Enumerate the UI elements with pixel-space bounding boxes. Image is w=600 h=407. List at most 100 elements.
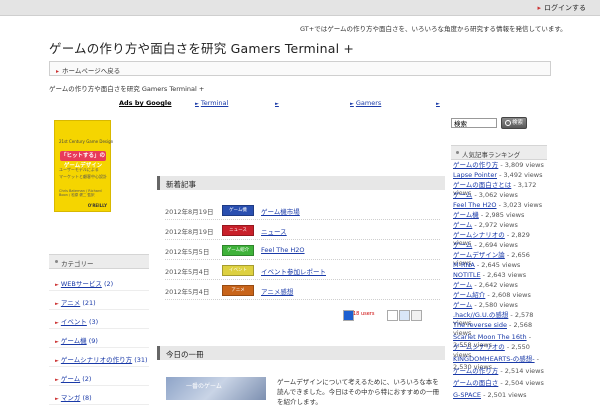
post-date: 2012年5月4日 — [165, 268, 210, 276]
ranking-link[interactable]: ゲームシナリオの — [453, 231, 505, 239]
ads-by-google-link[interactable]: Ads by Google — [119, 99, 172, 107]
search-button-label: 検索 — [511, 120, 523, 126]
ranking-item: ゲーム - 2,580 views — [453, 301, 549, 309]
category-item: ► ゲーム (2) — [55, 373, 91, 383]
triangle-icon: ► — [55, 377, 59, 383]
category-heading: カテゴリー — [49, 254, 149, 269]
ad-link-4[interactable]: ► — [436, 99, 442, 107]
ranking-link[interactable]: M-RNA — [453, 261, 475, 269]
search-icon — [504, 119, 511, 126]
clip-icon[interactable] — [411, 310, 422, 321]
bookmark-count[interactable]: 18 users — [353, 311, 374, 317]
login-link[interactable]: ▸ ログインする — [537, 3, 586, 13]
views-count: 3,062 views — [478, 191, 518, 199]
category-divider — [49, 290, 149, 291]
ranking-link[interactable]: .hack//G.U.の感想 — [453, 311, 508, 319]
triangle-icon: ► — [55, 339, 59, 345]
views-count: 2,608 views — [491, 291, 531, 299]
ranking-link[interactable]: ゲーム — [453, 281, 472, 289]
ranking-link[interactable]: ゲームの面白さとは — [453, 181, 511, 189]
ranking-link[interactable]: Scarlet Moon The 16th — [453, 333, 527, 341]
category-badge[interactable]: イベント — [222, 265, 254, 276]
post-title-link[interactable]: ニュース — [261, 226, 287, 236]
ranking-link[interactable]: G-SPACE — [453, 391, 481, 399]
category-divider — [49, 404, 149, 405]
category-badge[interactable]: アニメ — [222, 285, 254, 296]
ranking-link[interactable]: ゲームの作り方 — [453, 367, 498, 375]
ranking-link[interactable]: ゲームデザイン論 — [453, 251, 505, 259]
share-buttons: 18 users — [343, 310, 435, 321]
post-title-link[interactable]: イベント参加レポート — [261, 266, 326, 276]
post-row: 2012年5月4日 イベント イベント参加レポート — [165, 264, 440, 278]
ranking-link[interactable]: NOTITLE — [453, 271, 481, 279]
triangle-icon: ► — [55, 282, 59, 288]
triangle-icon: ► — [195, 101, 199, 107]
views-count: 2,972 views — [478, 221, 518, 229]
category-badge[interactable]: ゲーム機 — [222, 205, 254, 216]
category-link[interactable]: ゲームシナリオの作り方 — [61, 356, 132, 364]
post-title-link[interactable]: Feel The H2O — [261, 246, 305, 254]
ranking-item: ゲーム機 - 2,985 views — [453, 211, 549, 219]
article-thumbnail[interactable]: 一番のゲーム — [166, 377, 266, 400]
ranking-link[interactable]: ゲームシナリオの — [453, 343, 505, 351]
category-count: (2) — [103, 280, 114, 288]
ranking-item: ゲーム - 2,694 views — [453, 241, 549, 249]
category-count: (31) — [134, 356, 148, 364]
ranking-link[interactable]: KINGDOMHEARTS-の感想- — [453, 355, 535, 363]
category-count: (3) — [88, 318, 99, 326]
category-link[interactable]: ゲーム機 — [61, 337, 87, 345]
book-line-1: ユーザーモデルによる — [59, 167, 99, 172]
category-link[interactable]: WEBサービス — [61, 280, 102, 288]
ranking-link[interactable]: ゲーム紹介 — [453, 291, 485, 299]
views-count: 2,643 views — [487, 271, 527, 279]
ranking-link[interactable]: ゲーム — [453, 221, 472, 229]
ranking-link[interactable]: ゲームの面白さ — [453, 379, 498, 387]
post-date: 2012年8月19日 — [165, 228, 214, 236]
ranking-link[interactable]: ゲーム — [453, 301, 472, 309]
triangle-icon: ► — [55, 358, 59, 364]
post-divider — [165, 279, 440, 280]
category-count: (21) — [82, 299, 96, 307]
views-count: 2,504 views — [504, 379, 544, 387]
ranking-link[interactable]: Feel The H2O — [453, 201, 497, 209]
views-count: 2,694 views — [478, 241, 518, 249]
breadcrumb[interactable]: ゲームの作り方や面白さを研究 Gamers Terminal + — [49, 83, 204, 93]
arrow-icon: ▸ — [56, 68, 60, 75]
views-count: 3,023 views — [503, 201, 543, 209]
category-link[interactable]: マンガ — [61, 394, 81, 402]
nav-home-label: ホームページへ戻る — [62, 67, 121, 75]
section2-heading-label: 今日の一冊 — [166, 350, 204, 359]
post-title-link[interactable]: ゲーム機市場 — [261, 206, 300, 216]
ranking-link[interactable]: Lapse Pointer — [453, 171, 497, 179]
bookmark-icon[interactable] — [387, 310, 398, 321]
ranking-link[interactable]: The reverse side — [453, 321, 507, 329]
ad-link-2[interactable]: ► — [275, 99, 281, 107]
category-link[interactable]: イベント — [61, 318, 87, 326]
book-cover-image[interactable]: 21st Century Game Design 「ヒットする」のゲームデザイン… — [54, 120, 113, 212]
share-icon[interactable] — [399, 310, 410, 321]
triangle-icon: ► — [55, 320, 59, 326]
ad-link-3[interactable]: ► Gamers — [350, 99, 381, 107]
bullet-icon — [456, 151, 459, 154]
ranking-link[interactable]: ゲーム — [453, 191, 472, 199]
ranking-item: ゲームの作り方 - 2,514 views — [453, 367, 549, 375]
ranking-link[interactable]: ゲーム — [453, 241, 472, 249]
category-count: (2) — [82, 375, 92, 383]
site-title[interactable]: ゲームの作り方や面白さを研究 Gamers Terminal + — [49, 38, 354, 57]
ad-link-1[interactable]: ► Terminal — [195, 99, 228, 107]
views-count: 2,514 views — [504, 367, 544, 375]
login-label: ログインする — [544, 4, 586, 12]
nav-home-link[interactable]: ▸ ホームページへ戻る — [56, 65, 120, 75]
ad-link-label: Gamers — [355, 99, 382, 107]
category-link[interactable]: ゲーム — [61, 375, 80, 383]
search-input[interactable] — [451, 118, 497, 128]
ranking-link[interactable]: ゲーム機 — [453, 211, 479, 219]
category-link[interactable]: アニメ — [61, 299, 80, 307]
search-button[interactable]: 検索 — [501, 117, 527, 129]
post-title-link[interactable]: アニメ感想 — [261, 286, 293, 296]
category-badge[interactable]: ゲーム紹介 — [222, 245, 254, 256]
ranking-link[interactable]: ゲームの作り方 — [453, 161, 498, 169]
ranking-item: Feel The H2O - 3,023 views — [453, 201, 549, 209]
category-badge[interactable]: ニュース — [222, 225, 254, 236]
triangle-icon: ► — [275, 101, 279, 107]
